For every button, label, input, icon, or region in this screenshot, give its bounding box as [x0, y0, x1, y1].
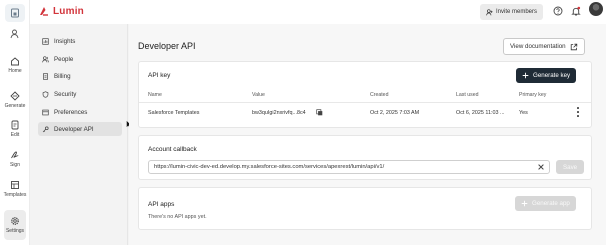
- rail-item-home[interactable]: Home: [0, 56, 30, 74]
- callback-url-input[interactable]: https://lumin-civic-dev-ed.develop.my.sa…: [148, 160, 550, 174]
- account-callback-title: Account callback: [148, 146, 197, 153]
- sidebar-item-label: Insights: [54, 37, 76, 45]
- settings-sidebar: Insights People Billing Security Prefere…: [31, 24, 128, 245]
- generate-app-button[interactable]: Generate app: [515, 196, 576, 211]
- main-content: Developer API View documentation API key…: [129, 24, 606, 245]
- sidebar-item-developer-api[interactable]: Developer API: [38, 122, 122, 136]
- column-header-value: Value: [252, 92, 265, 98]
- row-more-menu-icon[interactable]: [575, 107, 581, 117]
- key-created: Oct 2, 2025 7:03 AM: [370, 110, 420, 116]
- sign-icon: [10, 150, 20, 160]
- app-name: Lumin: [53, 5, 84, 17]
- home-icon: [10, 56, 20, 66]
- column-header-primary-key: Primary key: [519, 92, 547, 98]
- lumin-logo-icon: [40, 7, 48, 16]
- api-apps-empty-text: There's no API apps yet.: [148, 214, 207, 220]
- column-header-name: Name: [148, 92, 162, 98]
- sidebar-item-label: People: [54, 55, 74, 63]
- rail-item-settings[interactable]: Settings: [0, 216, 30, 234]
- rail-item-sign[interactable]: Sign: [0, 150, 30, 168]
- view-documentation-label: View documentation: [510, 43, 566, 50]
- rail-account[interactable]: [0, 29, 30, 39]
- sidebar-item-people[interactable]: People: [38, 52, 122, 66]
- sidebar-item-label: Billing: [54, 72, 71, 80]
- save-label: Save: [563, 163, 578, 171]
- invite-members-button[interactable]: Invite members: [480, 4, 544, 20]
- clear-icon[interactable]: [537, 163, 545, 171]
- external-link-icon: [570, 43, 577, 50]
- person-icon: [10, 29, 19, 39]
- copy-icon[interactable]: [316, 109, 323, 116]
- column-header-last-used: Last used: [456, 92, 479, 98]
- page-title: Developer API: [138, 41, 196, 51]
- generate-app-label: Generate app: [532, 200, 570, 207]
- rail-item-label: Generate: [4, 103, 26, 109]
- column-header-created: Created: [370, 92, 389, 98]
- invite-members-label: Invite members: [496, 9, 538, 15]
- help-icon: [553, 6, 563, 16]
- shield-icon: [42, 90, 49, 98]
- sidebar-item-preferences[interactable]: Preferences: [38, 105, 122, 119]
- generate-icon: [10, 91, 20, 101]
- billing-icon: [42, 72, 49, 80]
- help-button[interactable]: [552, 5, 564, 17]
- people-icon: [42, 55, 49, 63]
- sidebar-item-label: Developer API: [54, 125, 94, 133]
- api-key-title: API key: [148, 72, 171, 79]
- key-name: Salesforce Templates: [148, 110, 200, 116]
- rail-item-label: Settings: [5, 228, 25, 234]
- workspace-switcher[interactable]: [5, 4, 25, 22]
- templates-icon: [10, 180, 20, 190]
- sidebar-item-label: Security: [54, 90, 77, 98]
- rail-item-label: Templates: [3, 192, 27, 198]
- generate-key-label: Generate key: [533, 72, 571, 79]
- left-rail: Home Generate Edit Sign Templates Settin…: [0, 0, 30, 245]
- view-documentation-button[interactable]: View documentation: [503, 38, 585, 55]
- rail-item-label: Edit: [10, 132, 20, 138]
- api-apps-title: API apps: [148, 201, 175, 208]
- key-last-used: Oct 6, 2025 11:03 ...: [456, 110, 505, 116]
- avatar[interactable]: [589, 2, 603, 16]
- rail-item-generate[interactable]: Generate: [0, 91, 30, 109]
- table-divider: [139, 102, 591, 103]
- save-button[interactable]: Save: [556, 160, 585, 174]
- sidebar-item-insights[interactable]: Insights: [38, 34, 122, 48]
- rail-item-edit[interactable]: Edit: [0, 120, 30, 138]
- sidebar-item-security[interactable]: Security: [38, 87, 122, 101]
- key-icon: [42, 125, 49, 133]
- plus-icon: [522, 72, 529, 79]
- key-primary: Yes: [519, 110, 528, 116]
- person-plus-icon: [486, 8, 493, 15]
- api-key-card: API key Generate key Name Value Created …: [138, 61, 592, 128]
- generate-key-button[interactable]: Generate key: [516, 68, 577, 83]
- callback-url-value: https://lumin-civic-dev-ed.develop.my.sa…: [154, 164, 385, 170]
- api-apps-card: API apps There's no API apps yet. Genera…: [138, 187, 592, 230]
- workspace-icon: [11, 8, 19, 18]
- sidebar-item-label: Preferences: [54, 108, 88, 116]
- preferences-icon: [42, 109, 49, 116]
- bell-icon: [571, 6, 581, 16]
- notifications-button[interactable]: [570, 5, 582, 17]
- plus-icon: [521, 200, 528, 207]
- top-bar: Lumin Invite members: [30, 0, 606, 24]
- insights-icon: [42, 37, 49, 45]
- rail-item-label: Sign: [9, 162, 20, 168]
- edit-icon: [10, 120, 20, 130]
- lumin-logo[interactable]: Lumin: [38, 5, 84, 17]
- sidebar-item-billing[interactable]: Billing: [38, 69, 122, 83]
- account-callback-card: Account callback https://lumin-civic-dev…: [138, 135, 592, 180]
- key-value: bw3quIgi2nxrivfq...8c4: [252, 110, 306, 116]
- rail-item-templates[interactable]: Templates: [0, 180, 30, 198]
- gear-icon: [10, 216, 20, 226]
- rail-item-label: Home: [8, 68, 22, 74]
